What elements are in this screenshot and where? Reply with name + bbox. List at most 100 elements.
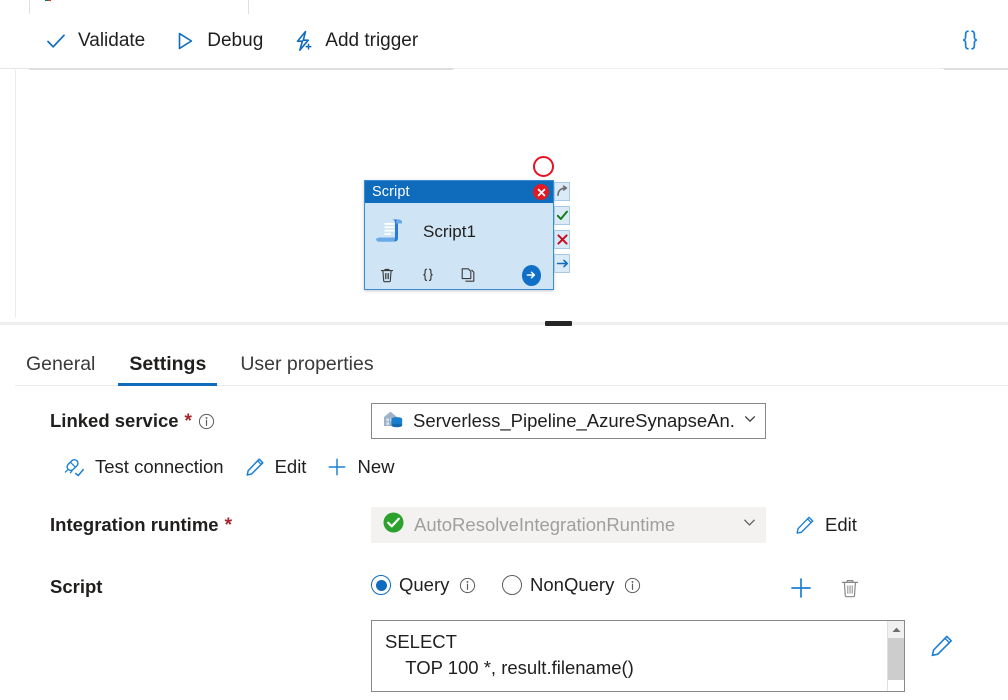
required-asterisk: *	[224, 514, 232, 536]
required-asterisk: *	[184, 410, 192, 432]
linked-service-value: Serverless_Pipeline_AzureSynapseAn..	[413, 410, 734, 431]
delete-icon[interactable]	[378, 265, 397, 285]
integration-runtime-dropdown[interactable]: AutoResolveIntegrationRuntime	[371, 507, 766, 543]
add-trigger-button[interactable]: Add trigger	[277, 20, 432, 62]
nonquery-radio-option[interactable]: NonQuery	[502, 574, 614, 596]
linked-service-icon	[382, 409, 404, 434]
validate-label: Validate	[78, 30, 146, 51]
integration-runtime-control-wrap: AutoResolveIntegrationRuntime	[371, 507, 766, 543]
checkmark-icon	[44, 29, 68, 53]
chevron-down-icon	[742, 515, 757, 535]
validate-button[interactable]: Validate	[30, 20, 159, 62]
success-connector[interactable]	[554, 206, 570, 225]
add-script-button[interactable]	[784, 572, 818, 606]
vertical-scrollbar[interactable]	[887, 621, 904, 691]
clone-icon[interactable]	[459, 265, 478, 285]
settings-form: Linked service * Serverless_Pipeline_Azu…	[0, 392, 1008, 696]
new-linked-service-button[interactable]: New	[316, 452, 404, 482]
completion-connector[interactable]	[554, 254, 570, 273]
plus-icon	[326, 456, 348, 478]
linked-service-label-group: Linked service *	[50, 410, 215, 432]
script-label: Script	[50, 576, 103, 597]
test-connection-button[interactable]: Test connection	[54, 452, 234, 482]
edit-linked-service-label: Edit	[274, 456, 307, 477]
pencil-icon	[244, 456, 266, 478]
nonquery-radio-group: NonQuery	[502, 574, 641, 596]
activity-node-header: Script	[365, 181, 553, 203]
activity-connectors	[554, 182, 570, 278]
annotation-circle-marker	[533, 156, 554, 177]
plug-check-icon	[64, 456, 86, 478]
pipeline-canvas[interactable]: Script Script1	[15, 70, 1008, 318]
close-icon[interactable]	[533, 184, 549, 200]
tab-favicon-part-b	[48, 0, 51, 1]
linked-service-dropdown-wrap: Serverless_Pipeline_AzureSynapseAn..	[371, 403, 766, 439]
green-check-icon	[382, 511, 405, 539]
pencil-icon	[794, 514, 816, 536]
code-braces-icon[interactable]	[419, 265, 438, 285]
expand-script-editor-button[interactable]	[925, 630, 959, 664]
add-trigger-label: Add trigger	[325, 30, 419, 51]
scroll-up-icon[interactable]	[888, 621, 904, 638]
tab-user-properties[interactable]: User properties	[229, 354, 384, 386]
edit-integration-runtime-button[interactable]: Edit	[784, 510, 867, 540]
new-linked-service-label: New	[357, 456, 395, 477]
info-icon[interactable]	[198, 413, 215, 430]
play-triangle-icon	[173, 29, 197, 53]
delete-script-button[interactable]	[833, 572, 867, 606]
script-editor-text: SELECT TOP 100 *, result.filename()	[385, 631, 634, 679]
activity-type-label: Script	[372, 184, 410, 200]
properties-tabs: General Settings User properties	[15, 338, 1008, 386]
arrow-right-circle-icon[interactable]	[521, 264, 541, 286]
integration-runtime-label-group: Integration runtime *	[50, 514, 232, 536]
activity-properties-panel: General Settings User properties Linked …	[0, 326, 1008, 700]
activity-node-footer	[365, 261, 553, 289]
chevron-down-icon	[743, 412, 757, 431]
panel-splitter[interactable]	[0, 319, 1008, 326]
nonquery-radio[interactable]	[502, 575, 522, 595]
debug-label: Debug	[207, 30, 264, 51]
splitter-rail	[0, 322, 1008, 325]
script-activity-icon	[375, 213, 409, 252]
info-icon[interactable]	[459, 577, 476, 594]
integration-runtime-value: AutoResolveIntegrationRuntime	[414, 514, 676, 535]
script-activity-node[interactable]: Script Script1	[364, 180, 554, 290]
plus-icon	[788, 575, 814, 604]
code-view-button[interactable]	[950, 21, 990, 61]
script-editor[interactable]: SELECT TOP 100 *, result.filename()	[371, 620, 905, 692]
browser-tab-strip	[0, 0, 1008, 14]
edit-linked-service-button[interactable]: Edit	[234, 452, 317, 482]
query-radio-label: Query	[399, 574, 450, 595]
activity-name-label: Script1	[423, 222, 476, 241]
test-connection-label: Test connection	[95, 456, 224, 477]
linked-service-dropdown[interactable]: Serverless_Pipeline_AzureSynapseAn..	[371, 403, 766, 439]
scrollbar-thumb[interactable]	[888, 638, 904, 680]
script-row: Script Query NonQuery	[0, 560, 1008, 616]
pipeline-editor: Validate Debug Add trigger Script Script…	[0, 0, 1008, 700]
command-bar-divider-mid	[455, 68, 940, 69]
linked-service-row: Linked service * Serverless_Pipeline_Azu…	[0, 392, 1008, 450]
failure-connector[interactable]	[554, 230, 570, 249]
code-braces-icon	[957, 27, 983, 56]
integration-runtime-row: Integration runtime * AutoResolveIntegra…	[0, 498, 1008, 560]
trash-icon	[838, 576, 862, 603]
info-icon[interactable]	[624, 577, 641, 594]
script-label-group: Script	[50, 576, 102, 598]
lightning-plus-icon	[291, 29, 315, 53]
query-radio-group: Query	[371, 574, 476, 596]
query-radio-option[interactable]: Query	[371, 574, 449, 596]
linked-service-label: Linked service	[50, 410, 179, 431]
tab-general[interactable]: General	[15, 354, 106, 386]
nonquery-radio-label: NonQuery	[530, 574, 615, 595]
linked-service-actions-row: Test connection Edit New	[0, 450, 1008, 498]
pencil-icon	[929, 633, 955, 662]
activity-node-body: Script1	[365, 203, 553, 261]
browser-tab[interactable]	[29, 0, 249, 14]
debug-button[interactable]: Debug	[159, 20, 277, 62]
skip-connector[interactable]	[554, 182, 570, 201]
pipeline-command-bar: Validate Debug Add trigger	[0, 14, 1008, 69]
tab-settings[interactable]: Settings	[118, 354, 218, 386]
script-editor-row: SELECT TOP 100 *, result.filename()	[0, 616, 1008, 696]
query-radio[interactable]	[371, 575, 391, 595]
edit-integration-runtime-label: Edit	[825, 514, 857, 535]
